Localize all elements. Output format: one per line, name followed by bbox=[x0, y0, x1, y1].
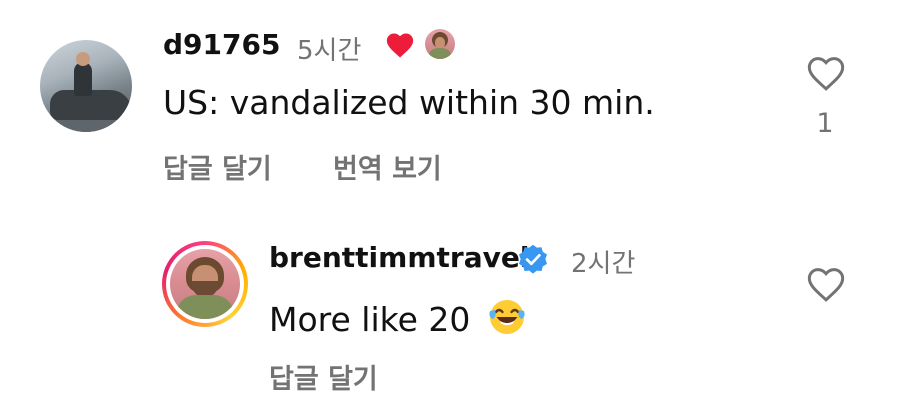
comment-time: 5시간 bbox=[297, 36, 362, 66]
laughing-tears-emoji-icon bbox=[489, 300, 525, 334]
creator-mini-avatar bbox=[425, 29, 455, 59]
comment-like-heart-icon[interactable] bbox=[806, 54, 846, 92]
reply-text-body: More like 20 bbox=[269, 300, 471, 339]
mini-avatar-shirt bbox=[428, 48, 452, 59]
creator-liked-heart-icon bbox=[386, 33, 414, 58]
translate-button[interactable]: 번역 보기 bbox=[333, 147, 442, 186]
reply-time: 2시간 bbox=[571, 249, 636, 279]
comment-text: US: vandalized within 30 min. bbox=[163, 83, 655, 122]
reply-avatar-photo bbox=[170, 249, 240, 319]
reply-avatar[interactable] bbox=[162, 241, 248, 327]
commenter-username[interactable]: d91765 bbox=[163, 28, 280, 61]
comment-like-count: 1 bbox=[816, 108, 834, 139]
reply-reply-button[interactable]: 답글 달기 bbox=[269, 357, 378, 396]
reply-text: More like 20 bbox=[269, 297, 527, 339]
reply-like-heart-icon[interactable] bbox=[806, 265, 846, 303]
verified-badge-icon bbox=[518, 244, 548, 274]
commenter-avatar[interactable] bbox=[40, 40, 132, 132]
avatar-photo-person bbox=[74, 62, 92, 96]
reply-username[interactable]: brenttimmtravel bbox=[269, 241, 529, 274]
reply-avatar-shirt bbox=[176, 295, 234, 319]
avatar-photo-head bbox=[76, 52, 90, 66]
reply-button[interactable]: 답글 달기 bbox=[163, 147, 272, 186]
